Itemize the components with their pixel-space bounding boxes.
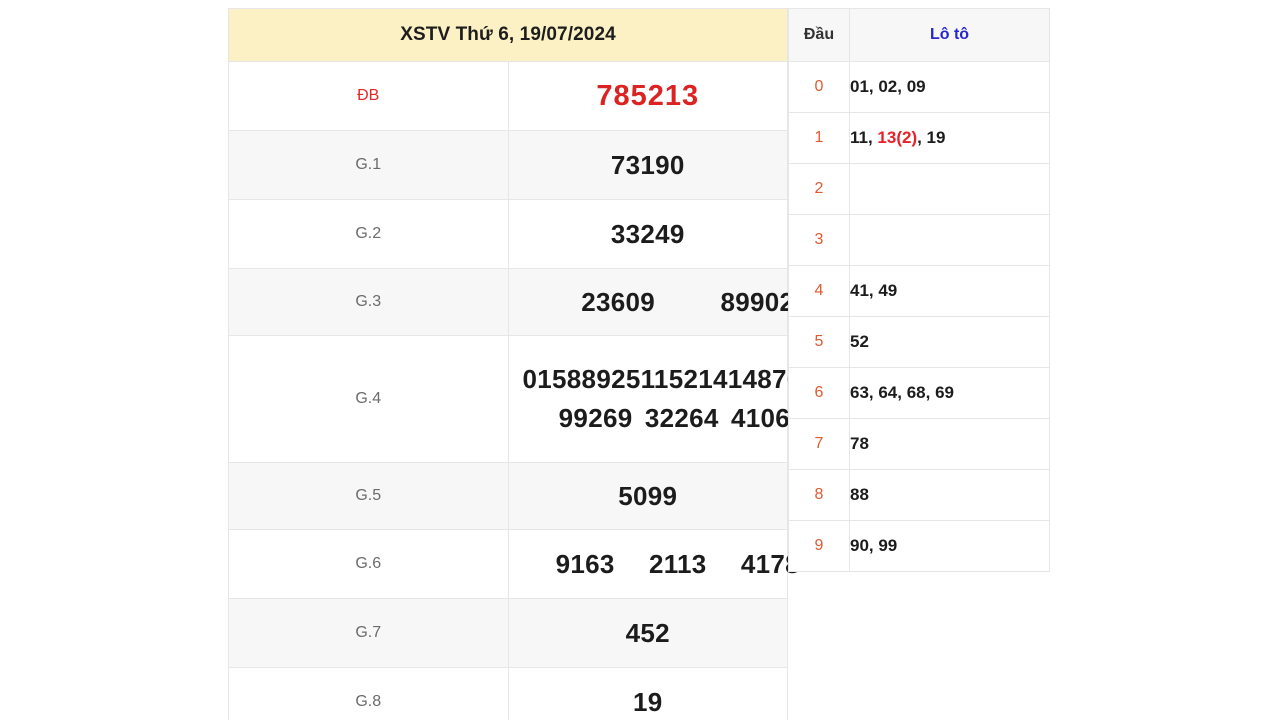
prize-values-g4: 01588 92511 52141 48701 99269 32264 4106… xyxy=(507,335,816,463)
table-row: 7 78 xyxy=(788,418,1050,470)
loto-dau-7: 7 xyxy=(788,418,850,470)
prize-number: 2113 xyxy=(648,548,707,579)
prize-number: 5099 xyxy=(618,480,678,511)
prize-number: 23609 xyxy=(581,286,656,317)
prize-number: 32264 xyxy=(644,403,719,433)
table-row: 0 01, 02, 09 xyxy=(788,61,1050,113)
prize-label-g6: G.6 xyxy=(228,529,509,599)
prize-number: 9163 xyxy=(555,548,615,579)
prize-label-g5: G.5 xyxy=(228,462,509,530)
loto-values-6: 63, 64, 68, 69 xyxy=(849,367,1050,419)
loto-values-7: 78 xyxy=(849,418,1050,470)
table-row: 1 11, 13(2), 19 xyxy=(788,112,1050,164)
loto-values-2 xyxy=(849,163,1050,215)
prize-number: 99269 xyxy=(558,403,633,433)
table-row: G.4 01588 92511 52141 48701 99269 32264 … xyxy=(228,335,816,463)
table-row: 6 63, 64, 68, 69 xyxy=(788,367,1050,419)
loto-plain: 90, 99 xyxy=(850,536,898,555)
prize-values-g5: 5099 xyxy=(507,462,788,530)
loto-values-0: 01, 02, 09 xyxy=(849,61,1050,113)
table-row: G.3 23609 89902 xyxy=(228,268,794,336)
loto-plain: 63, 64, 68, 69 xyxy=(850,383,954,402)
loto-plain: 88 xyxy=(850,485,869,504)
prize-label-g3: G.3 xyxy=(228,268,509,336)
loto-dau-1: 1 xyxy=(788,112,850,164)
table-row: G.8 19 xyxy=(228,667,788,720)
loto-values-1: 11, 13(2), 19 xyxy=(849,112,1050,164)
table-row: 4 41, 49 xyxy=(788,265,1050,317)
prize-result-table: XSTV Thứ 6, 19/07/2024 ĐB 785213 G.1 731… xyxy=(228,8,816,720)
table-title-row: XSTV Thứ 6, 19/07/2024 xyxy=(228,8,788,62)
table-row: G.2 33249 xyxy=(228,199,788,269)
loto-plain: 41, 49 xyxy=(850,281,898,300)
loto-plain: 78 xyxy=(850,434,869,453)
loto-values-3 xyxy=(849,214,1050,266)
loto-dau-3: 3 xyxy=(788,214,850,266)
table-row: G.6 9163 2113 4178 xyxy=(228,529,800,599)
table-row: ĐB 785213 xyxy=(228,61,788,131)
loto-header-row: Đầu Lô tô xyxy=(788,8,1050,62)
prize-values-db: 785213 xyxy=(507,61,788,131)
prize-values-g1: 73190 xyxy=(507,130,788,200)
table-row: 9 90, 99 xyxy=(788,520,1050,572)
loto-highlight: 13(2) xyxy=(877,128,918,147)
prize-number: 33249 xyxy=(610,218,685,249)
prize-values-g2: 33249 xyxy=(507,199,788,269)
prize-label-db: ĐB xyxy=(228,61,509,131)
table-row: 2 xyxy=(788,163,1050,215)
prize-number: 785213 xyxy=(596,79,700,112)
prize-label-g2: G.2 xyxy=(228,199,509,269)
prize-number: 52141 xyxy=(668,364,743,394)
prize-values-g6: 9163 2113 4178 xyxy=(507,529,800,599)
loto-values-8: 88 xyxy=(849,469,1050,521)
prize-number: 01588 xyxy=(522,364,597,394)
loto-dau-0: 0 xyxy=(788,61,850,113)
loto-plain: 11, xyxy=(850,128,878,147)
table-row: 5 52 xyxy=(788,316,1050,368)
loto-values-5: 52 xyxy=(849,316,1050,368)
prize-number: 92511 xyxy=(596,364,669,394)
loto-dau-8: 8 xyxy=(788,469,850,521)
loto-summary-table: Đầu Lô tô 0 01, 02, 09 1 11, 13(2), 19 2 xyxy=(788,8,1050,572)
prize-number: 19 xyxy=(632,686,663,717)
table-row: 3 xyxy=(788,214,1050,266)
prize-values-g8: 19 xyxy=(507,667,788,720)
loto-dau-5: 5 xyxy=(788,316,850,368)
column-header-dau: Đầu xyxy=(788,8,850,62)
prize-number: 89902 xyxy=(720,286,795,317)
prize-number: 452 xyxy=(625,617,670,648)
loto-dau-6: 6 xyxy=(788,367,850,419)
loto-values-9: 90, 99 xyxy=(849,520,1050,572)
loto-dau-2: 2 xyxy=(788,163,850,215)
prize-label-g7: G.7 xyxy=(228,598,509,668)
loto-plain-after: , 19 xyxy=(917,128,946,147)
column-header-loto: Lô tô xyxy=(849,8,1050,62)
table-row: G.1 73190 xyxy=(228,130,788,200)
loto-values-4: 41, 49 xyxy=(849,265,1050,317)
prize-values-g3: 23609 89902 xyxy=(507,268,794,336)
prize-values-g7: 452 xyxy=(507,598,788,668)
table-row: G.5 5099 xyxy=(228,462,788,530)
prize-number: 73190 xyxy=(610,149,685,180)
table-row: 8 88 xyxy=(788,469,1050,521)
table-row: G.7 452 xyxy=(228,598,788,668)
page-title: XSTV Thứ 6, 19/07/2024 xyxy=(228,8,788,62)
loto-dau-9: 9 xyxy=(788,520,850,572)
loto-plain: 01, 02, 09 xyxy=(850,77,926,96)
loto-dau-4: 4 xyxy=(788,265,850,317)
loto-plain: 52 xyxy=(850,332,869,351)
prize-label-g8: G.8 xyxy=(228,667,509,720)
prize-label-g4: G.4 xyxy=(228,335,509,463)
prize-label-g1: G.1 xyxy=(228,130,509,200)
lottery-result-screen: XSTV Thứ 6, 19/07/2024 ĐB 785213 G.1 731… xyxy=(0,0,1280,720)
